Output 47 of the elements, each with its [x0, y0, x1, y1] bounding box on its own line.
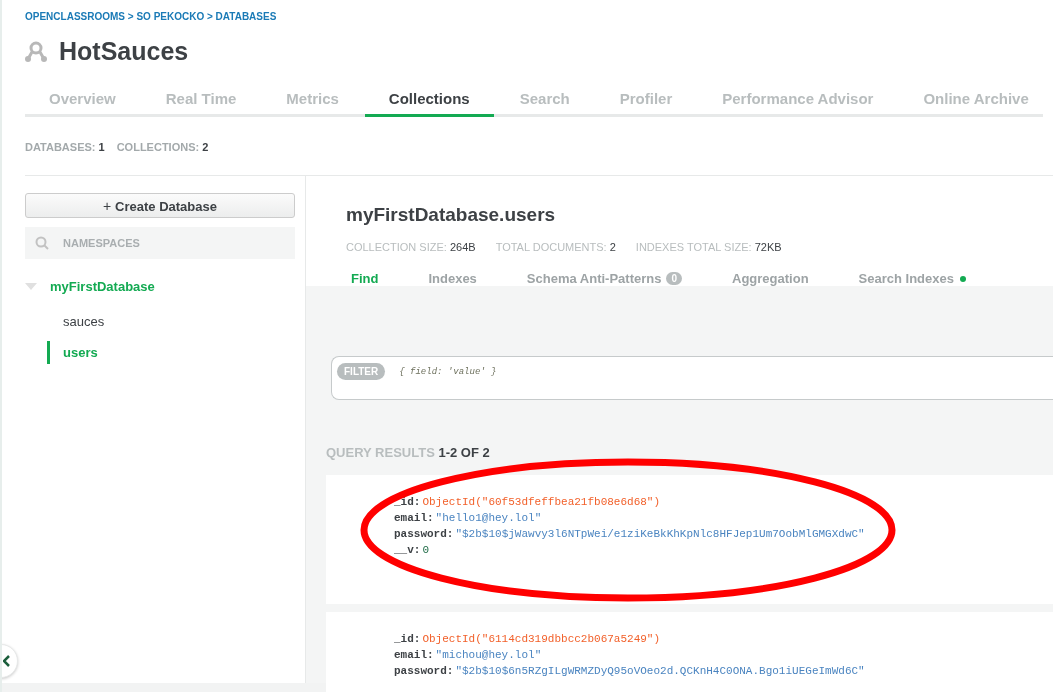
field-value: "$2b$10$6n5RZgILgWRMZDyQ95oVOeo2d.QCKnH4C0ONA.Bgo1iUEGeImWd6C"	[455, 665, 865, 677]
field-value: "michou@hey.lol"	[435, 649, 542, 661]
field-key: email:	[394, 649, 434, 661]
collection-stat: COLLECTION SIZE: 264B	[346, 241, 476, 253]
field-value: "hello1@hey.lol"	[435, 512, 542, 524]
breadcrumb-link[interactable]: OPENCLASSROOMS > SO PEKOCKO > DATABASES	[25, 11, 277, 22]
collection-tab[interactable]: Search Indexes	[858, 271, 966, 286]
query-results-count: QUERY RESULTS 1-2 OF 2	[326, 445, 491, 460]
summary-stat: COLLECTIONS: 2	[116, 141, 209, 153]
field-value: ObjectId("60f53dfeffbea21fb08e6d68")	[422, 496, 661, 508]
filter-label: FILTER	[337, 362, 386, 380]
nav-tab[interactable]: Collections	[364, 90, 494, 117]
chevron-left-icon	[3, 655, 11, 667]
collection-item[interactable]: sauces	[47, 310, 295, 333]
database-item[interactable]: myFirstDatabase	[50, 279, 155, 294]
filter-bar[interactable]: FILTER { field: 'value' }	[331, 356, 1053, 400]
collection-tab[interactable]: Indexes	[428, 271, 477, 286]
summary-stat: DATABASES: 1	[25, 141, 105, 153]
cluster-icon	[25, 40, 47, 63]
nav-tab[interactable]: Performance Advisor	[698, 90, 898, 117]
collection-tab[interactable]: Schema Anti-Patterns 0	[526, 271, 683, 286]
field-key: _id:	[394, 633, 421, 645]
nav-tab[interactable]: Profiler	[595, 90, 697, 117]
field-value: 0	[422, 544, 429, 556]
create-database-button[interactable]: + Create Database	[25, 193, 295, 218]
collection-tab[interactable]: Aggregation	[732, 271, 809, 286]
collection-stat: INDEXES TOTAL SIZE: 72KB	[635, 241, 782, 253]
collection-title: myFirstDatabase.users	[346, 204, 557, 226]
field-key: email:	[394, 512, 434, 524]
collection-item[interactable]: users	[47, 341, 295, 364]
field-key: password:	[394, 665, 454, 677]
search-icon	[35, 236, 49, 250]
filter-field[interactable]: { field: 'value' }	[399, 357, 1053, 387]
page-title: HotSauces	[59, 37, 189, 66]
field-key: password:	[394, 528, 454, 540]
nav-tab[interactable]: Online Archive	[899, 90, 1053, 117]
nav-tab[interactable]: Metrics	[262, 90, 363, 117]
nav-tab[interactable]: Search	[495, 90, 594, 117]
field-value: ObjectId("6114cd319dbbcc2b067a5249")	[422, 633, 661, 645]
nav-tab[interactable]: Real Time	[141, 90, 261, 117]
field-value: "$2b$10$jWawvy3l6NTpWei/e1ziKeBkKhKpNlc8HFJep1Um7OobMlGMGXdwC"	[455, 528, 865, 540]
nav-tab[interactable]: Overview	[25, 90, 140, 117]
collection-tab[interactable]: Find	[351, 271, 379, 286]
field-key: __v:	[394, 544, 421, 556]
field-key: _id:	[394, 496, 421, 508]
count-badge: 0	[666, 272, 683, 285]
collection-stat: TOTAL DOCUMENTS: 2	[495, 241, 616, 253]
